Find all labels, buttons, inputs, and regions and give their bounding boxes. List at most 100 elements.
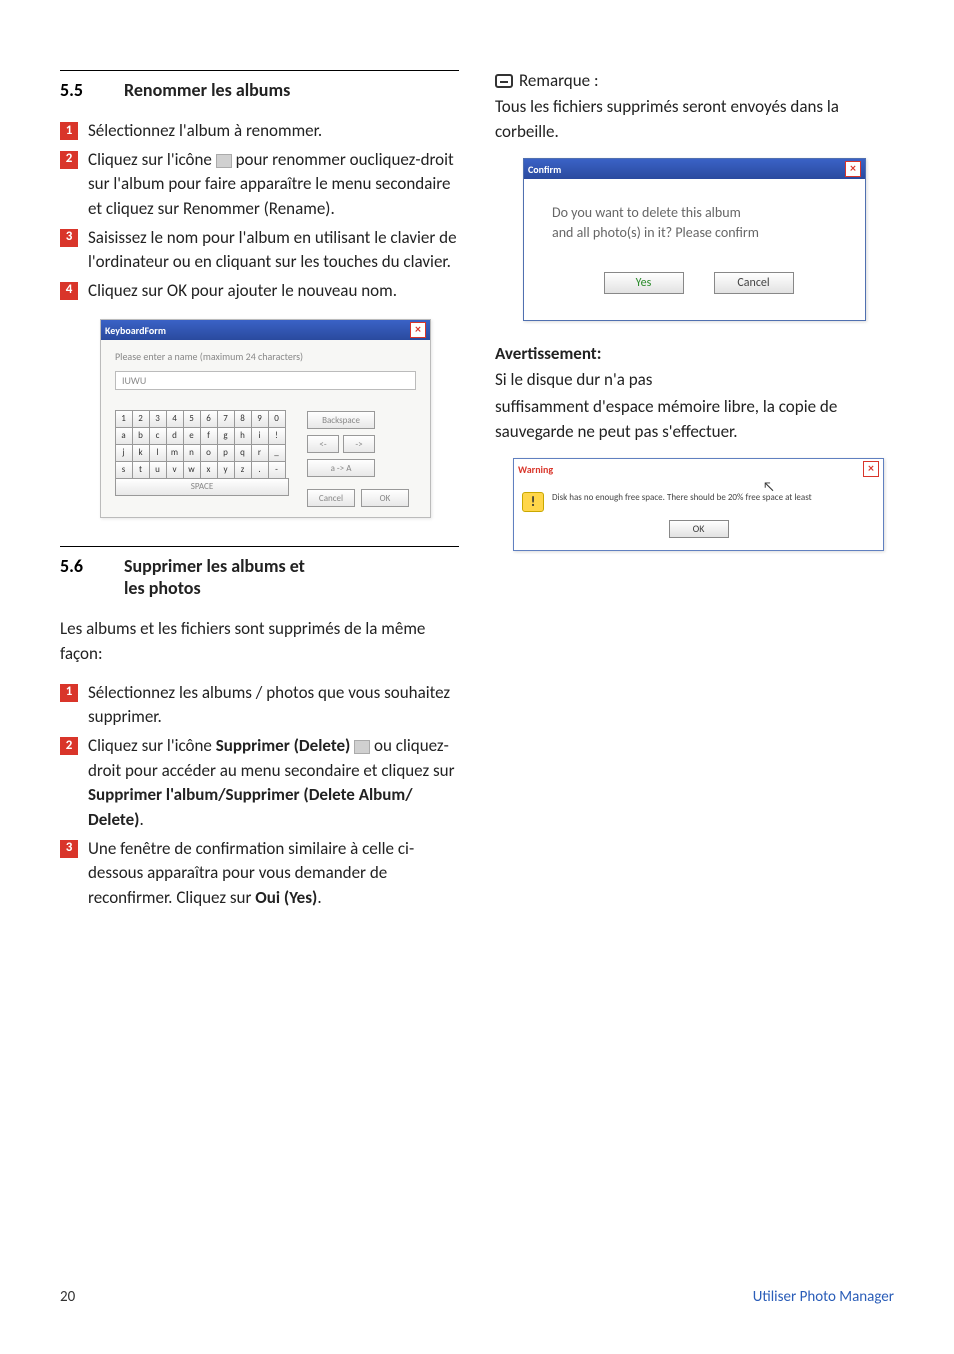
confirm-title: Confirm: [528, 163, 561, 176]
key[interactable]: m: [166, 444, 184, 462]
step-3: 3 Saisissez le nom pour l'album en utili…: [60, 226, 459, 275]
key[interactable]: 1: [115, 410, 133, 428]
cursor-icon: ↖: [763, 483, 775, 491]
arrow-left-key[interactable]: <-: [307, 435, 339, 453]
note-label: Remarque :: [519, 70, 599, 91]
warning-body: ↖ ! Disk has no enough free space. There…: [514, 479, 883, 549]
key[interactable]: t: [132, 461, 150, 479]
step-text: Sélectionnez les albums / photos que vou…: [88, 681, 459, 730]
key[interactable]: g: [217, 427, 235, 445]
key[interactable]: s: [115, 461, 133, 479]
step-1: 1 Sélectionnez les albums / photos que v…: [60, 681, 459, 730]
section-title: Renommer les albums: [124, 79, 459, 101]
key[interactable]: .: [251, 461, 269, 479]
section-rule-5-5: [60, 70, 459, 71]
page-number: 20: [60, 1288, 75, 1306]
warning-dialog: Warning × ↖ ! Disk has no enough free sp…: [513, 458, 884, 550]
key[interactable]: h: [234, 427, 252, 445]
warning-titlebar: Warning ×: [514, 459, 883, 479]
shift-key[interactable]: a -> A: [307, 459, 375, 477]
intro-5-6: Les albums et les fichiers sont supprimé…: [60, 617, 459, 666]
key[interactable]: !: [268, 427, 286, 445]
key[interactable]: 8: [234, 410, 252, 428]
ok-button[interactable]: OK: [669, 520, 729, 538]
section-rule-5-6: [60, 546, 459, 547]
confirm-dialog: Confirm × Do you want to delete this alb…: [523, 158, 866, 321]
key[interactable]: f: [200, 427, 218, 445]
close-icon[interactable]: ×: [863, 461, 879, 477]
key[interactable]: v: [166, 461, 184, 479]
delete-icon: [354, 740, 370, 754]
key[interactable]: x: [200, 461, 218, 479]
section-title: Supprimer les albums et les photos: [124, 555, 459, 599]
keyboard-prompt: Please enter a name (maximum 24 characte…: [115, 350, 416, 363]
step-2: 2 Cliquez sur l'icône Supprimer (Delete)…: [60, 734, 459, 833]
key[interactable]: p: [217, 444, 235, 462]
key[interactable]: z: [234, 461, 252, 479]
close-icon[interactable]: ×: [410, 322, 426, 338]
key[interactable]: 9: [251, 410, 269, 428]
step-badge: 4: [60, 282, 78, 300]
key[interactable]: -: [268, 461, 286, 479]
confirm-body: Do you want to delete this album and all…: [524, 179, 865, 320]
key[interactable]: r: [251, 444, 269, 462]
section-number: 5.5: [60, 79, 124, 101]
step-badge: 3: [60, 229, 78, 247]
keyboard-body: Please enter a name (maximum 24 characte…: [101, 340, 430, 517]
rename-icon: [216, 154, 232, 168]
key[interactable]: q: [234, 444, 252, 462]
close-icon[interactable]: ×: [845, 161, 861, 177]
section-number: 5.6: [60, 555, 124, 599]
note-heading: Remarque :: [495, 70, 894, 91]
warning-heading: Avertissement:: [495, 343, 894, 364]
note-icon: [495, 74, 513, 88]
keyboard-input[interactable]: IUWU: [115, 371, 416, 390]
key[interactable]: e: [183, 427, 201, 445]
key[interactable]: 7: [217, 410, 235, 428]
key[interactable]: b: [132, 427, 150, 445]
backspace-key[interactable]: Backspace: [307, 411, 375, 429]
key[interactable]: w: [183, 461, 201, 479]
key[interactable]: a: [115, 427, 133, 445]
key[interactable]: y: [217, 461, 235, 479]
key[interactable]: d: [166, 427, 184, 445]
steps-5-6: 1 Sélectionnez les albums / photos que v…: [60, 681, 459, 911]
ok-button[interactable]: OK: [361, 489, 409, 507]
key[interactable]: l: [149, 444, 167, 462]
step-badge: 1: [60, 122, 78, 140]
key[interactable]: c: [149, 427, 167, 445]
warning-message: Disk has no enough free space. There sho…: [552, 492, 875, 503]
warning-icon: !: [522, 492, 544, 512]
key[interactable]: 5: [183, 410, 201, 428]
key[interactable]: n: [183, 444, 201, 462]
title-line1: Supprimer les albums et: [124, 555, 305, 577]
step-text: Cliquez sur l'icône Supprimer (Delete) o…: [88, 734, 459, 833]
step-1: 1 Sélectionnez l'album à renommer.: [60, 119, 459, 144]
space-key[interactable]: SPACE: [115, 478, 289, 496]
cancel-button[interactable]: Cancel: [307, 489, 355, 507]
heading-5-6: 5.6 Supprimer les albums et les photos: [60, 555, 459, 599]
key[interactable]: 6: [200, 410, 218, 428]
step-text: Cliquez sur l'icône pour renommer oucliq…: [88, 148, 459, 222]
key[interactable]: 0: [268, 410, 286, 428]
title-line2: les photos: [124, 577, 201, 599]
note-body: Tous les fichiers supprimés seront envoy…: [495, 95, 894, 144]
warning-title: Warning: [518, 463, 553, 476]
cancel-button[interactable]: Cancel: [714, 272, 794, 294]
arrow-right-key[interactable]: ->: [343, 435, 375, 453]
key[interactable]: u: [149, 461, 167, 479]
step-badge: 3: [60, 840, 78, 858]
yes-button[interactable]: Yes: [604, 272, 684, 294]
key[interactable]: i: [251, 427, 269, 445]
key[interactable]: k: [132, 444, 150, 462]
key[interactable]: 2: [132, 410, 150, 428]
step-badge: 2: [60, 737, 78, 755]
step-2: 2 Cliquez sur l'icône pour renommer oucl…: [60, 148, 459, 222]
key[interactable]: 3: [149, 410, 167, 428]
key[interactable]: o: [200, 444, 218, 462]
key[interactable]: _: [268, 444, 286, 462]
key[interactable]: j: [115, 444, 133, 462]
key[interactable]: 4: [166, 410, 184, 428]
step-text: Sélectionnez l'album à renommer.: [88, 119, 459, 144]
keyboard-rows: 1234567890 abcdefghi! jklmnopqr_ stuvwxy…: [115, 410, 416, 507]
